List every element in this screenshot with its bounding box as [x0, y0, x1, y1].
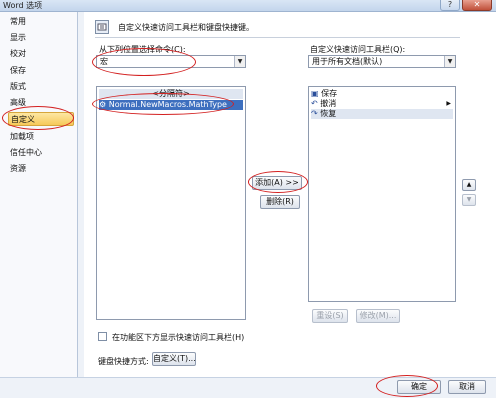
nav-item-addins[interactable]: 加载项: [8, 130, 74, 144]
toolbar-item-undo[interactable]: ↶ 撤消 ▶: [311, 99, 453, 109]
remove-button[interactable]: 删除(R): [260, 195, 300, 209]
annotation-oval-customize: [2, 106, 74, 130]
customize-toolbar-combo[interactable]: 用于所有文档(默认) ▼: [308, 55, 456, 68]
redo-icon: ↷: [311, 109, 318, 118]
chevron-down-icon[interactable]: ▼: [444, 56, 455, 67]
annotation-oval-ok: [376, 375, 438, 397]
nav-item-proofing[interactable]: 校对: [8, 47, 74, 61]
annotation-oval-macro: [92, 93, 234, 115]
nav-item-layout[interactable]: 版式: [8, 80, 74, 94]
toolbar-item-save[interactable]: ▣ 保存: [311, 89, 453, 99]
annotation-oval-add: [248, 171, 308, 193]
nav-item-save[interactable]: 保存: [8, 64, 74, 78]
chevron-right-icon: ▶: [446, 100, 451, 107]
reset-button[interactable]: 重设(S): [312, 309, 348, 323]
toolbar-item-save-label: 保存: [321, 89, 338, 98]
arrow-down-icon[interactable]: ▼: [462, 194, 476, 206]
nav-item-general[interactable]: 常用: [8, 15, 74, 29]
chevron-down-icon[interactable]: ▼: [234, 56, 245, 67]
title-bar: Word 选项 ? ✕: [0, 0, 496, 12]
keyboard-shortcuts-label: 键盘快捷方式:: [98, 357, 149, 366]
cancel-button[interactable]: 取消: [448, 380, 486, 394]
save-icon: ▣: [311, 89, 319, 98]
show-below-ribbon-checkbox[interactable]: [98, 332, 107, 341]
section-header: 自定义快速访问工具栏和键盘快捷键。: [118, 23, 254, 32]
toolbar-item-redo-label: 恢复: [320, 109, 337, 118]
customize-shortcuts-button[interactable]: 自定义(T)...: [152, 352, 196, 366]
header-divider: [95, 37, 460, 38]
toolbar-icon: [95, 20, 109, 34]
nav-item-display[interactable]: 显示: [8, 31, 74, 45]
available-commands-list[interactable]: <分隔符> ⚙ Normal.NewMacros.MathType: [96, 86, 246, 320]
customize-toolbar-value: 用于所有文档(默认): [312, 57, 383, 66]
nav-item-trust-center[interactable]: 信任中心: [8, 146, 74, 160]
toolbar-item-undo-label: 撤消: [320, 99, 337, 108]
help-icon[interactable]: ?: [440, 0, 460, 11]
close-icon[interactable]: ✕: [462, 0, 492, 11]
annotation-oval-choose: [92, 48, 196, 76]
show-below-ribbon-label: 在功能区下方显示快速访问工具栏(H): [112, 333, 245, 342]
toolbar-item-redo[interactable]: ↷ 恢复: [311, 109, 453, 119]
options-nav: 常用 显示 校对 保存 版式 高级 自定义 加载项 信任中心 资源: [0, 12, 78, 377]
toolbar-commands-list[interactable]: ▣ 保存 ↶ 撤消 ▶ ↷ 恢复: [308, 86, 456, 302]
modify-button[interactable]: 修改(M)...: [356, 309, 400, 323]
arrow-up-icon[interactable]: ▲: [462, 179, 476, 191]
undo-icon: ↶: [311, 99, 318, 108]
nav-item-resources[interactable]: 资源: [8, 162, 74, 176]
window-title: Word 选项: [3, 1, 43, 10]
customize-toolbar-label: 自定义快速访问工具栏(Q):: [310, 45, 406, 54]
